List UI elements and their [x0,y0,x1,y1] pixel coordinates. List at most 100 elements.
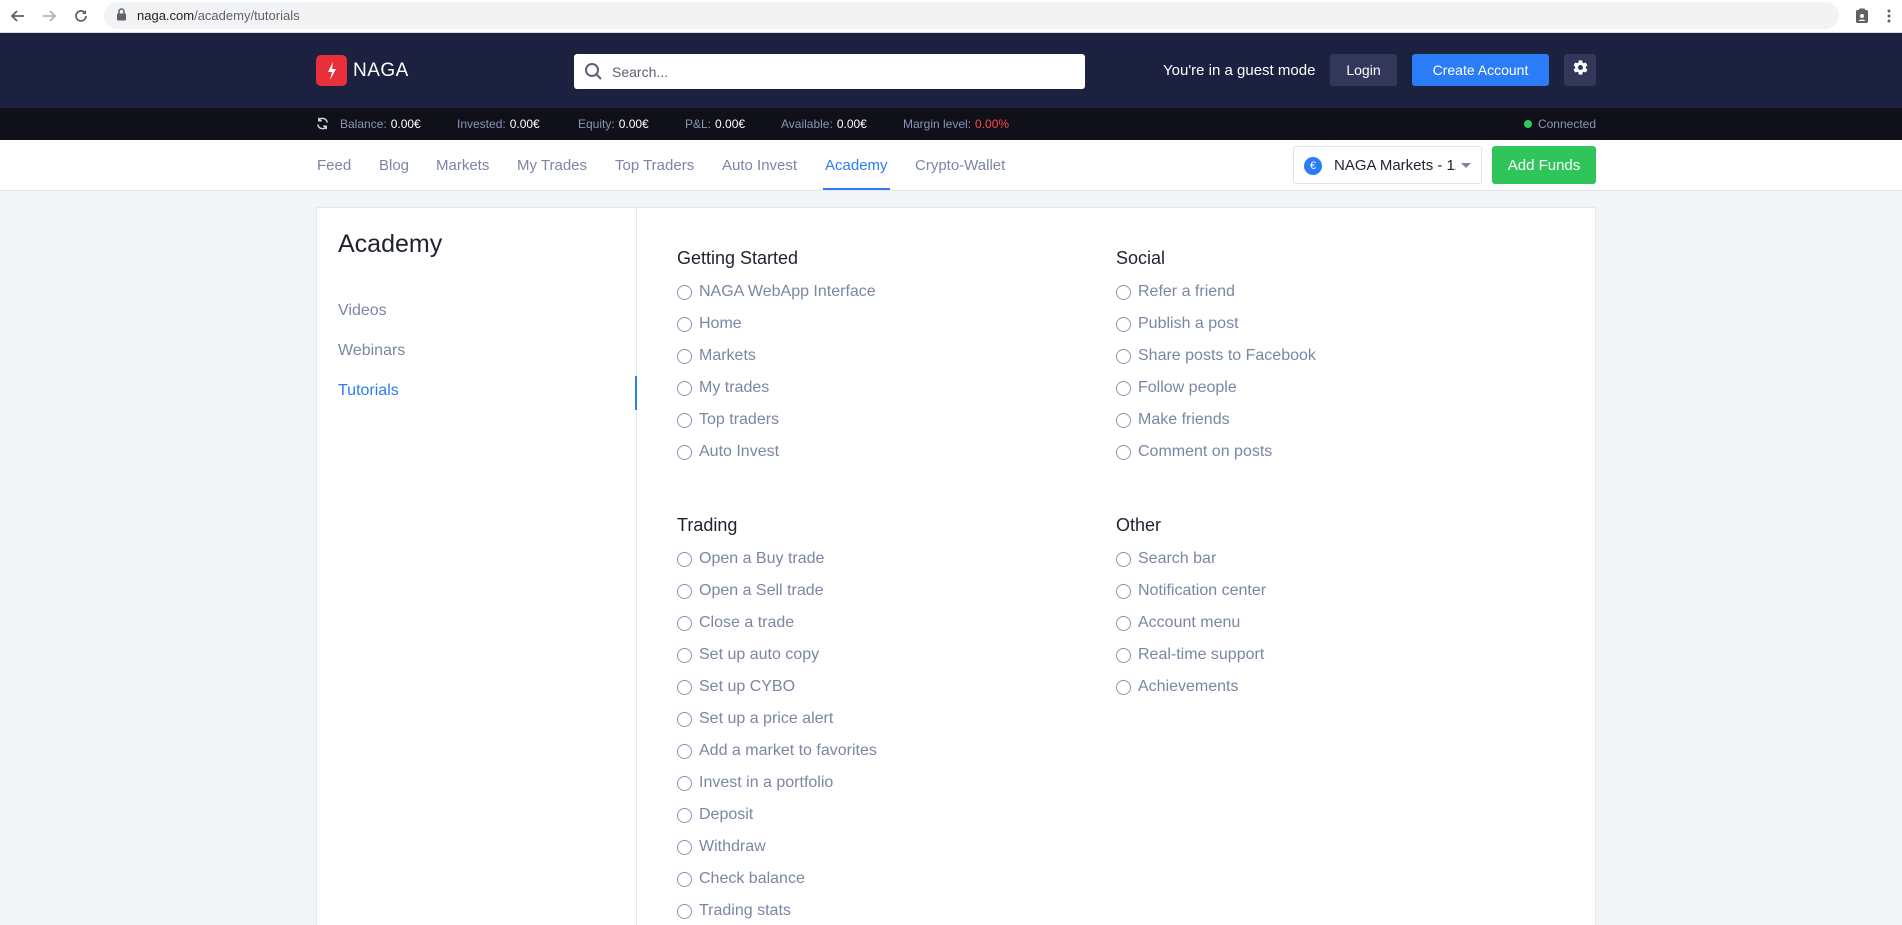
search-box[interactable] [574,54,1085,89]
radio-icon [677,444,692,460]
radio-icon [677,316,692,332]
radio-icon [677,412,692,428]
nav-academy[interactable]: Academy [825,157,888,174]
section-title: Getting Started [677,248,799,268]
search-input[interactable] [612,54,1072,89]
tutorial-item[interactable]: Set up a price alert [677,703,877,735]
radio-icon [677,551,692,567]
radio-icon [1116,380,1131,396]
guest-mode-text: You're in a guest mode [1163,62,1316,79]
address-bar[interactable]: naga.com/academy/tutorials [104,2,1839,29]
tutorial-item[interactable]: Auto Invest [677,436,876,468]
radio-icon [677,679,692,695]
radio-icon [677,380,692,396]
naga-logo[interactable]: NAGA [316,55,409,86]
nav-top-traders[interactable]: Top Traders [615,157,694,174]
gear-icon [1572,59,1589,81]
nav-markets[interactable]: Markets [436,157,489,174]
radio-icon [1116,551,1131,567]
sidebar-item-webinars[interactable]: Webinars [338,342,405,360]
radio-icon [1116,679,1131,695]
lock-icon [116,8,127,26]
tutorial-item[interactable]: Refer a friend [1116,276,1316,308]
nav-crypto-wallet[interactable]: Crypto-Wallet [915,157,1005,174]
connection-status-text: Connected [1537,117,1596,131]
search-icon [584,62,603,86]
radio-icon [677,647,692,663]
nav-my-trades[interactable]: My Trades [517,157,587,174]
nav-auto-invest[interactable]: Auto Invest [722,157,797,174]
radio-icon [677,583,692,599]
tutorial-item[interactable]: Withdraw [677,831,877,863]
tutorial-item[interactable]: Set up auto copy [677,639,877,671]
tutorial-item[interactable]: Open a Sell trade [677,575,877,607]
settings-button[interactable] [1564,54,1596,86]
add-funds-button[interactable]: Add Funds [1492,146,1596,184]
euro-icon: € [1304,157,1322,175]
radio-icon [1116,348,1131,364]
create-account-button[interactable]: Create Account [1412,54,1549,86]
nav-blog[interactable]: Blog [379,157,409,174]
tutorial-item[interactable]: Achievements [1116,671,1266,703]
tutorial-item[interactable]: Deposit [677,799,877,831]
section-social: Social Refer a friend Publish a post Sha… [1116,248,1316,468]
tutorial-item[interactable]: NAGA WebApp Interface [677,276,876,308]
section-getting-started: Getting Started NAGA WebApp Interface Ho… [677,248,876,468]
tutorial-item[interactable]: Comment on posts [1116,436,1316,468]
tutorial-item[interactable]: My trades [677,372,876,404]
tutorial-item[interactable]: Trading stats [677,895,877,925]
academy-panel: Academy Videos Webinars Tutorials Gettin… [316,207,1596,925]
sidebar-item-tutorials[interactable]: Tutorials [338,382,399,400]
radio-icon [1116,284,1131,300]
tutorial-item[interactable]: Close a trade [677,607,877,639]
radio-icon [677,711,692,727]
radio-icon [1116,615,1131,631]
connection-status: Connected [1523,117,1596,131]
sidebar-item-videos[interactable]: Videos [338,302,387,320]
tutorial-item[interactable]: Markets [677,340,876,372]
nav-feed[interactable]: Feed [317,157,351,174]
tutorial-item[interactable]: Real-time support [1116,639,1266,671]
refresh-icon[interactable] [316,117,329,135]
clipboard-icon[interactable] [1850,4,1874,28]
tutorial-item[interactable]: Share posts to Facebook [1116,340,1316,372]
radio-icon [1116,412,1131,428]
tutorial-item[interactable]: Account menu [1116,607,1266,639]
account-stats-bar: Balance: 0.00€ Invested: 0.00€ Equity: 0.00… [0,108,1902,140]
stat-pnl: P&L: 0.00€ [685,117,746,131]
tutorial-item[interactable]: Check balance [677,863,877,895]
stat-equity: Equity: 0.00€ [578,117,649,131]
section-trading: Trading Open a Buy trade Open a Sell tra… [677,515,877,925]
tutorial-item[interactable]: Invest in a portfolio [677,767,877,799]
naga-logo-icon [316,55,347,86]
tutorial-item[interactable]: Add a market to favorites [677,735,877,767]
stat-available: Available: 0.00€ [781,117,867,131]
tutorial-item[interactable]: Publish a post [1116,308,1316,340]
main-nav: Feed Blog Markets My Trades Top Traders … [0,140,1902,191]
section-title: Other [1116,515,1162,535]
top-header: NAGA You're in a guest mode Login Create… [0,33,1902,108]
status-dot-icon [1523,120,1532,128]
radio-icon [677,807,692,823]
reload-icon[interactable] [69,4,93,28]
login-button[interactable]: Login [1330,54,1397,86]
account-selector[interactable]: € NAGA Markets - 12 [1293,146,1482,184]
tutorial-item[interactable]: Open a Buy trade [677,543,877,575]
tutorial-item[interactable]: Set up CYBO [677,671,877,703]
tutorial-item[interactable]: Home [677,308,876,340]
radio-icon [677,615,692,631]
tutorial-item[interactable]: Follow people [1116,372,1316,404]
back-icon[interactable] [6,4,30,28]
forward-icon[interactable] [37,4,61,28]
page-title: Academy [338,230,443,258]
radio-icon [677,743,692,759]
tutorial-item[interactable]: Search bar [1116,543,1266,575]
logo-text: NAGA [353,59,409,81]
menu-kebab-icon[interactable] [1877,4,1901,28]
tutorial-item[interactable]: Make friends [1116,404,1316,436]
section-title: Trading [677,515,738,535]
radio-icon [677,871,692,887]
radio-icon [677,839,692,855]
tutorial-item[interactable]: Notification center [1116,575,1266,607]
tutorial-item[interactable]: Top traders [677,404,876,436]
